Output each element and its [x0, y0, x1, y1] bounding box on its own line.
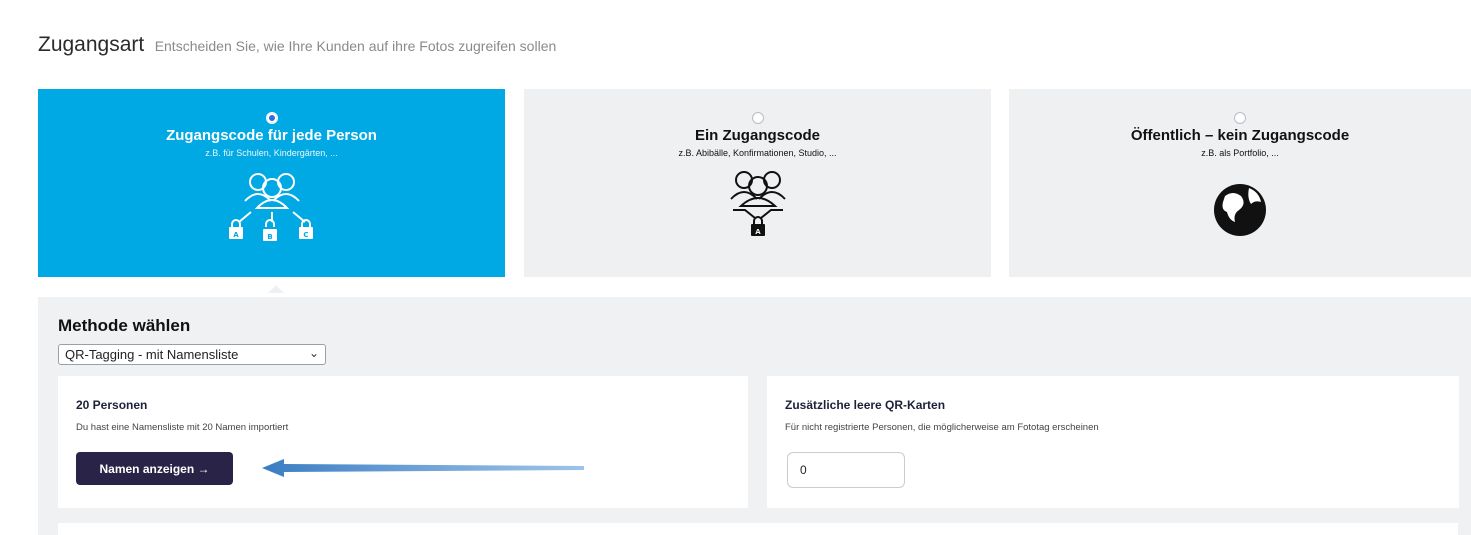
next-section-box — [58, 523, 1458, 535]
radio-public[interactable] — [1234, 112, 1246, 124]
extra-qr-cards-input[interactable]: 0 — [787, 452, 905, 488]
persons-count-title: 20 Personen — [76, 398, 148, 412]
access-option-single-code[interactable]: Ein Zugangscode z.B. Abibälle, Konfirmat… — [524, 89, 991, 277]
persons-description: Du hast eine Namensliste mit 20 Namen im… — [76, 422, 289, 433]
lock-letter-c: C — [303, 231, 308, 239]
card-title: Öffentlich – kein Zugangscode — [1130, 127, 1350, 144]
card-subtitle: z.B. als Portfolio, ... — [1201, 148, 1279, 158]
globe-icon — [1214, 184, 1266, 236]
access-type-header: Zugangsart Entscheiden Sie, wie Ihre Kun… — [38, 33, 556, 57]
group-single-lock-icon: A — [729, 171, 786, 236]
method-select[interactable]: QR-Tagging - mit Namensliste ⌄ — [58, 344, 326, 365]
qr-cards-box: Zusätzliche leere QR-Karten Für nicht re… — [767, 376, 1459, 508]
selected-card-pointer — [268, 285, 284, 293]
show-names-button[interactable]: Namen anzeigen → — [76, 452, 233, 485]
annotation-arrow — [262, 459, 584, 477]
access-option-public[interactable]: Öffentlich – kein Zugangscode z.B. als P… — [1009, 89, 1471, 277]
group-multi-lock-icon: A B C — [228, 173, 313, 241]
method-select-value: QR-Tagging - mit Namensliste — [65, 347, 239, 362]
chevron-down-icon: ⌄ — [308, 346, 319, 360]
card-title: Zugangscode für jede Person — [166, 127, 377, 144]
method-panel: Methode wählen QR-Tagging - mit Namensli… — [38, 297, 1471, 535]
page-subtitle: Entscheiden Sie, wie Ihre Kunden auf ihr… — [154, 38, 557, 54]
lock-letter-a: A — [233, 231, 239, 239]
radio-individual-code[interactable] — [265, 112, 278, 124]
card-subtitle: z.B. Abibälle, Konfirmationen, Studio, .… — [678, 148, 837, 158]
access-option-individual-code[interactable]: Zugangscode für jede Person z.B. für Sch… — [38, 89, 505, 277]
qr-cards-description: Für nicht registrierte Personen, die mög… — [785, 422, 1099, 433]
lock-letter-a: A — [755, 228, 761, 236]
qr-cards-title: Zusätzliche leere QR-Karten — [785, 398, 946, 412]
page-title: Zugangsart — [38, 33, 145, 56]
persons-box: 20 Personen Du hast eine Namensliste mit… — [58, 376, 748, 508]
lock-letter-b: B — [267, 233, 272, 241]
method-title: Methode wählen — [58, 316, 191, 335]
card-title: Ein Zugangscode — [694, 127, 820, 144]
card-subtitle: z.B. für Schulen, Kindergärten, ... — [205, 148, 338, 158]
radio-single-code[interactable] — [751, 112, 764, 124]
